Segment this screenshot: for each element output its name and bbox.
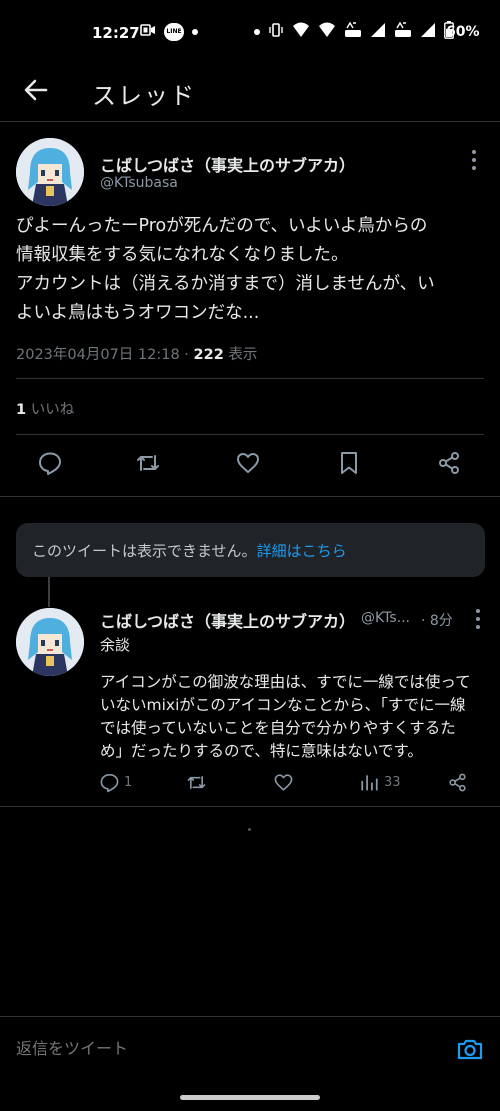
tweet-text-line: よいよ鳥はもうオワコンだな... [16, 303, 260, 323]
likes-label: いいね [26, 402, 75, 418]
retweet-icon [137, 455, 159, 471]
camera-button[interactable] [456, 1035, 484, 1063]
battery-percent: 60% [446, 24, 480, 40]
retweet-button[interactable] [186, 770, 211, 794]
reply-text-line: め」だったりするので、特に意味はないです。 [100, 742, 423, 760]
avatar[interactable] [16, 138, 84, 206]
reply-text-line: いないmixiがこのアイコンなことから、「すでに一線 [100, 696, 466, 714]
top-app-bar: スレッド [0, 64, 500, 122]
volte-icon [394, 21, 412, 43]
like-icon [274, 773, 293, 791]
line-icon-label: LINE [166, 28, 182, 35]
vibrate-icon [268, 22, 284, 42]
home-indicator[interactable] [180, 1095, 320, 1100]
tweet-timestamp[interactable]: 2023年04月07日 12:18 · [16, 347, 194, 363]
more-vertical-icon [466, 150, 482, 170]
likes-count: 1 [16, 402, 27, 418]
status-bar: 12:27 LINE 60% [0, 0, 500, 64]
volte-icon [344, 21, 362, 43]
tweet-text: ぴよーんったーProが死んだので、いよいよ鳥からの 情報収集をする気になれなくな… [16, 212, 486, 328]
views-count: 222 [193, 347, 224, 363]
status-time: 12:27 [92, 24, 140, 42]
reply-author-handle[interactable]: @KTs... [361, 610, 410, 626]
analytics-icon [361, 774, 378, 791]
back-button[interactable] [22, 76, 50, 104]
reply-text-line: アイコンがこの御波な理由は、すでに一線では使って [100, 673, 471, 691]
likes-summary[interactable]: 1 いいね [16, 398, 74, 419]
tweet-text-line: ぴよーんったーProが死んだので、いよいよ鳥からの [16, 216, 428, 236]
divider [16, 378, 484, 379]
reply-icon [100, 773, 119, 792]
dot-icon [192, 28, 198, 35]
divider [16, 434, 484, 435]
divider [0, 496, 500, 497]
avatar[interactable] [16, 608, 84, 676]
share-button[interactable] [436, 450, 466, 480]
share-icon [449, 773, 466, 791]
share-icon [439, 452, 459, 474]
reply-actions: 1 33 [0, 770, 500, 794]
retweet-button[interactable] [135, 450, 165, 480]
views-button[interactable]: 33 [359, 770, 401, 794]
thread-connector [48, 577, 50, 607]
line-icon: LINE [164, 22, 184, 41]
retweet-icon [187, 775, 206, 789]
like-icon [237, 453, 259, 473]
unavailable-tweet-banner: このツイートは表示できません。詳細はこちら [16, 523, 485, 577]
share-button[interactable] [447, 770, 468, 794]
tweet-meta: 2023年04月07日 12:18 · 222 表示 [16, 343, 257, 364]
wifi-icon [292, 22, 310, 42]
author-handle[interactable]: @KTsubasa [100, 175, 178, 191]
signal-icon [370, 22, 386, 42]
wifi-icon [318, 22, 336, 42]
tweet-text-line: アカウントは（消えるか消すまで）消しませんが、い [16, 274, 435, 294]
tweet-text-line: 情報収集をする気になれなくなりました。 [16, 245, 349, 265]
reply-button[interactable]: 1 [99, 770, 132, 794]
reply-compose-bar [0, 1016, 500, 1082]
like-button[interactable] [235, 450, 265, 480]
rec-icon [140, 22, 156, 41]
arrow-left-icon [24, 79, 48, 101]
views-count: 33 [384, 774, 401, 790]
views-label: 表示 [223, 347, 258, 363]
more-options-button[interactable] [470, 609, 486, 629]
reply-author-name[interactable]: こばしつばさ（事実上のサブアカ） [100, 608, 355, 632]
divider [0, 806, 500, 807]
reply-count: 1 [124, 774, 133, 790]
signal-icon [420, 22, 436, 42]
bookmark-button[interactable] [336, 450, 366, 480]
unavailable-text: このツイートは表示できません。 [32, 542, 257, 560]
like-button[interactable] [273, 770, 298, 794]
dot-icon [254, 29, 260, 35]
more-vertical-icon [470, 609, 486, 629]
author-name[interactable]: こばしつばさ（事実上のサブアカ） [100, 152, 355, 176]
reply-icon [39, 452, 61, 475]
reply-time[interactable]: · 8分 [421, 610, 453, 630]
learn-more-link[interactable]: 詳細はこちら [257, 542, 347, 560]
reply-text: アイコンがこの御波な理由は、すでに一線では使って いないmixiがこのアイコンな… [100, 671, 490, 763]
tweet-actions [0, 450, 500, 482]
reply-text-line: では使っていないことを自分で分かりやすくするた [100, 719, 456, 737]
bookmark-icon [341, 452, 357, 474]
pixel-character-avatar-icon [16, 138, 84, 206]
reply-subtitle: 余談 [100, 636, 131, 654]
reply-input[interactable] [16, 1039, 416, 1058]
reply-button[interactable] [37, 450, 67, 480]
more-options-button[interactable] [466, 150, 482, 170]
camera-icon [457, 1039, 483, 1060]
page-title: スレッド [92, 82, 196, 110]
pixel-character-avatar-icon [16, 608, 84, 676]
loading-indicator [248, 828, 251, 831]
